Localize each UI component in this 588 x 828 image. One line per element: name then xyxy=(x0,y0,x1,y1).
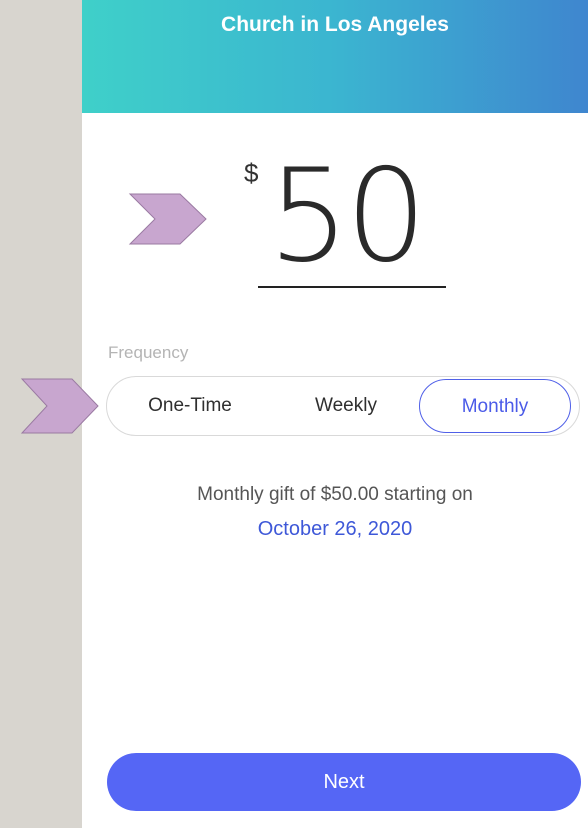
frequency-selector: One-Time Weekly Monthly xyxy=(106,376,580,436)
header-bar: Church in Los Angeles xyxy=(82,0,588,113)
currency-symbol: $ xyxy=(244,158,259,188)
frequency-option-weekly[interactable]: Weekly xyxy=(291,377,401,435)
next-button[interactable]: Next xyxy=(107,753,581,811)
amount-display[interactable]: $ 50 xyxy=(242,142,452,291)
gift-start-date[interactable]: October 26, 2020 xyxy=(82,518,588,541)
gift-summary-text: Monthly gift of $50.00 starting on xyxy=(197,484,473,505)
chevron-right-icon xyxy=(20,378,99,434)
frequency-option-monthly[interactable]: Monthly xyxy=(419,379,571,433)
frequency-label: Frequency xyxy=(108,343,189,362)
amount-underline xyxy=(258,286,446,288)
amount-value[interactable]: 50 xyxy=(268,142,427,291)
frequency-option-one-time[interactable]: One-Time xyxy=(125,377,255,435)
app-screen: Church in Los Angeles $ 50 Frequency One… xyxy=(82,0,588,828)
chevron-right-icon xyxy=(128,193,207,245)
page-title: Church in Los Angeles xyxy=(221,13,449,36)
